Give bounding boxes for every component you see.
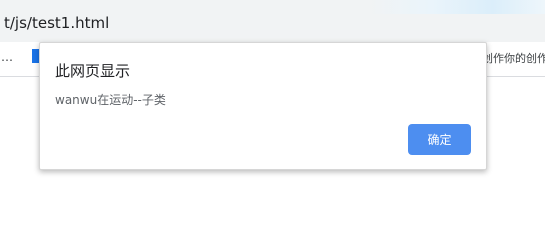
omnibox-edge	[370, 0, 545, 14]
bookmark-item-right[interactable]: 创作你的创作	[482, 50, 545, 66]
dialog-title: 此网页显示	[55, 62, 131, 80]
browser-viewport: t/js/test1.html … 创作你的创作 此网页显示 wanwu在运动-…	[0, 0, 545, 239]
address-bar[interactable]: t/js/test1.html	[0, 0, 545, 42]
ok-button[interactable]: 确定	[408, 124, 471, 155]
alert-dialog: 此网页显示 wanwu在运动--子类 确定	[39, 42, 487, 170]
bookmark-item-truncated[interactable]: …	[1, 50, 13, 64]
dialog-message: wanwu在运动--子类	[55, 93, 166, 107]
address-url-text[interactable]: t/js/test1.html	[4, 14, 109, 32]
